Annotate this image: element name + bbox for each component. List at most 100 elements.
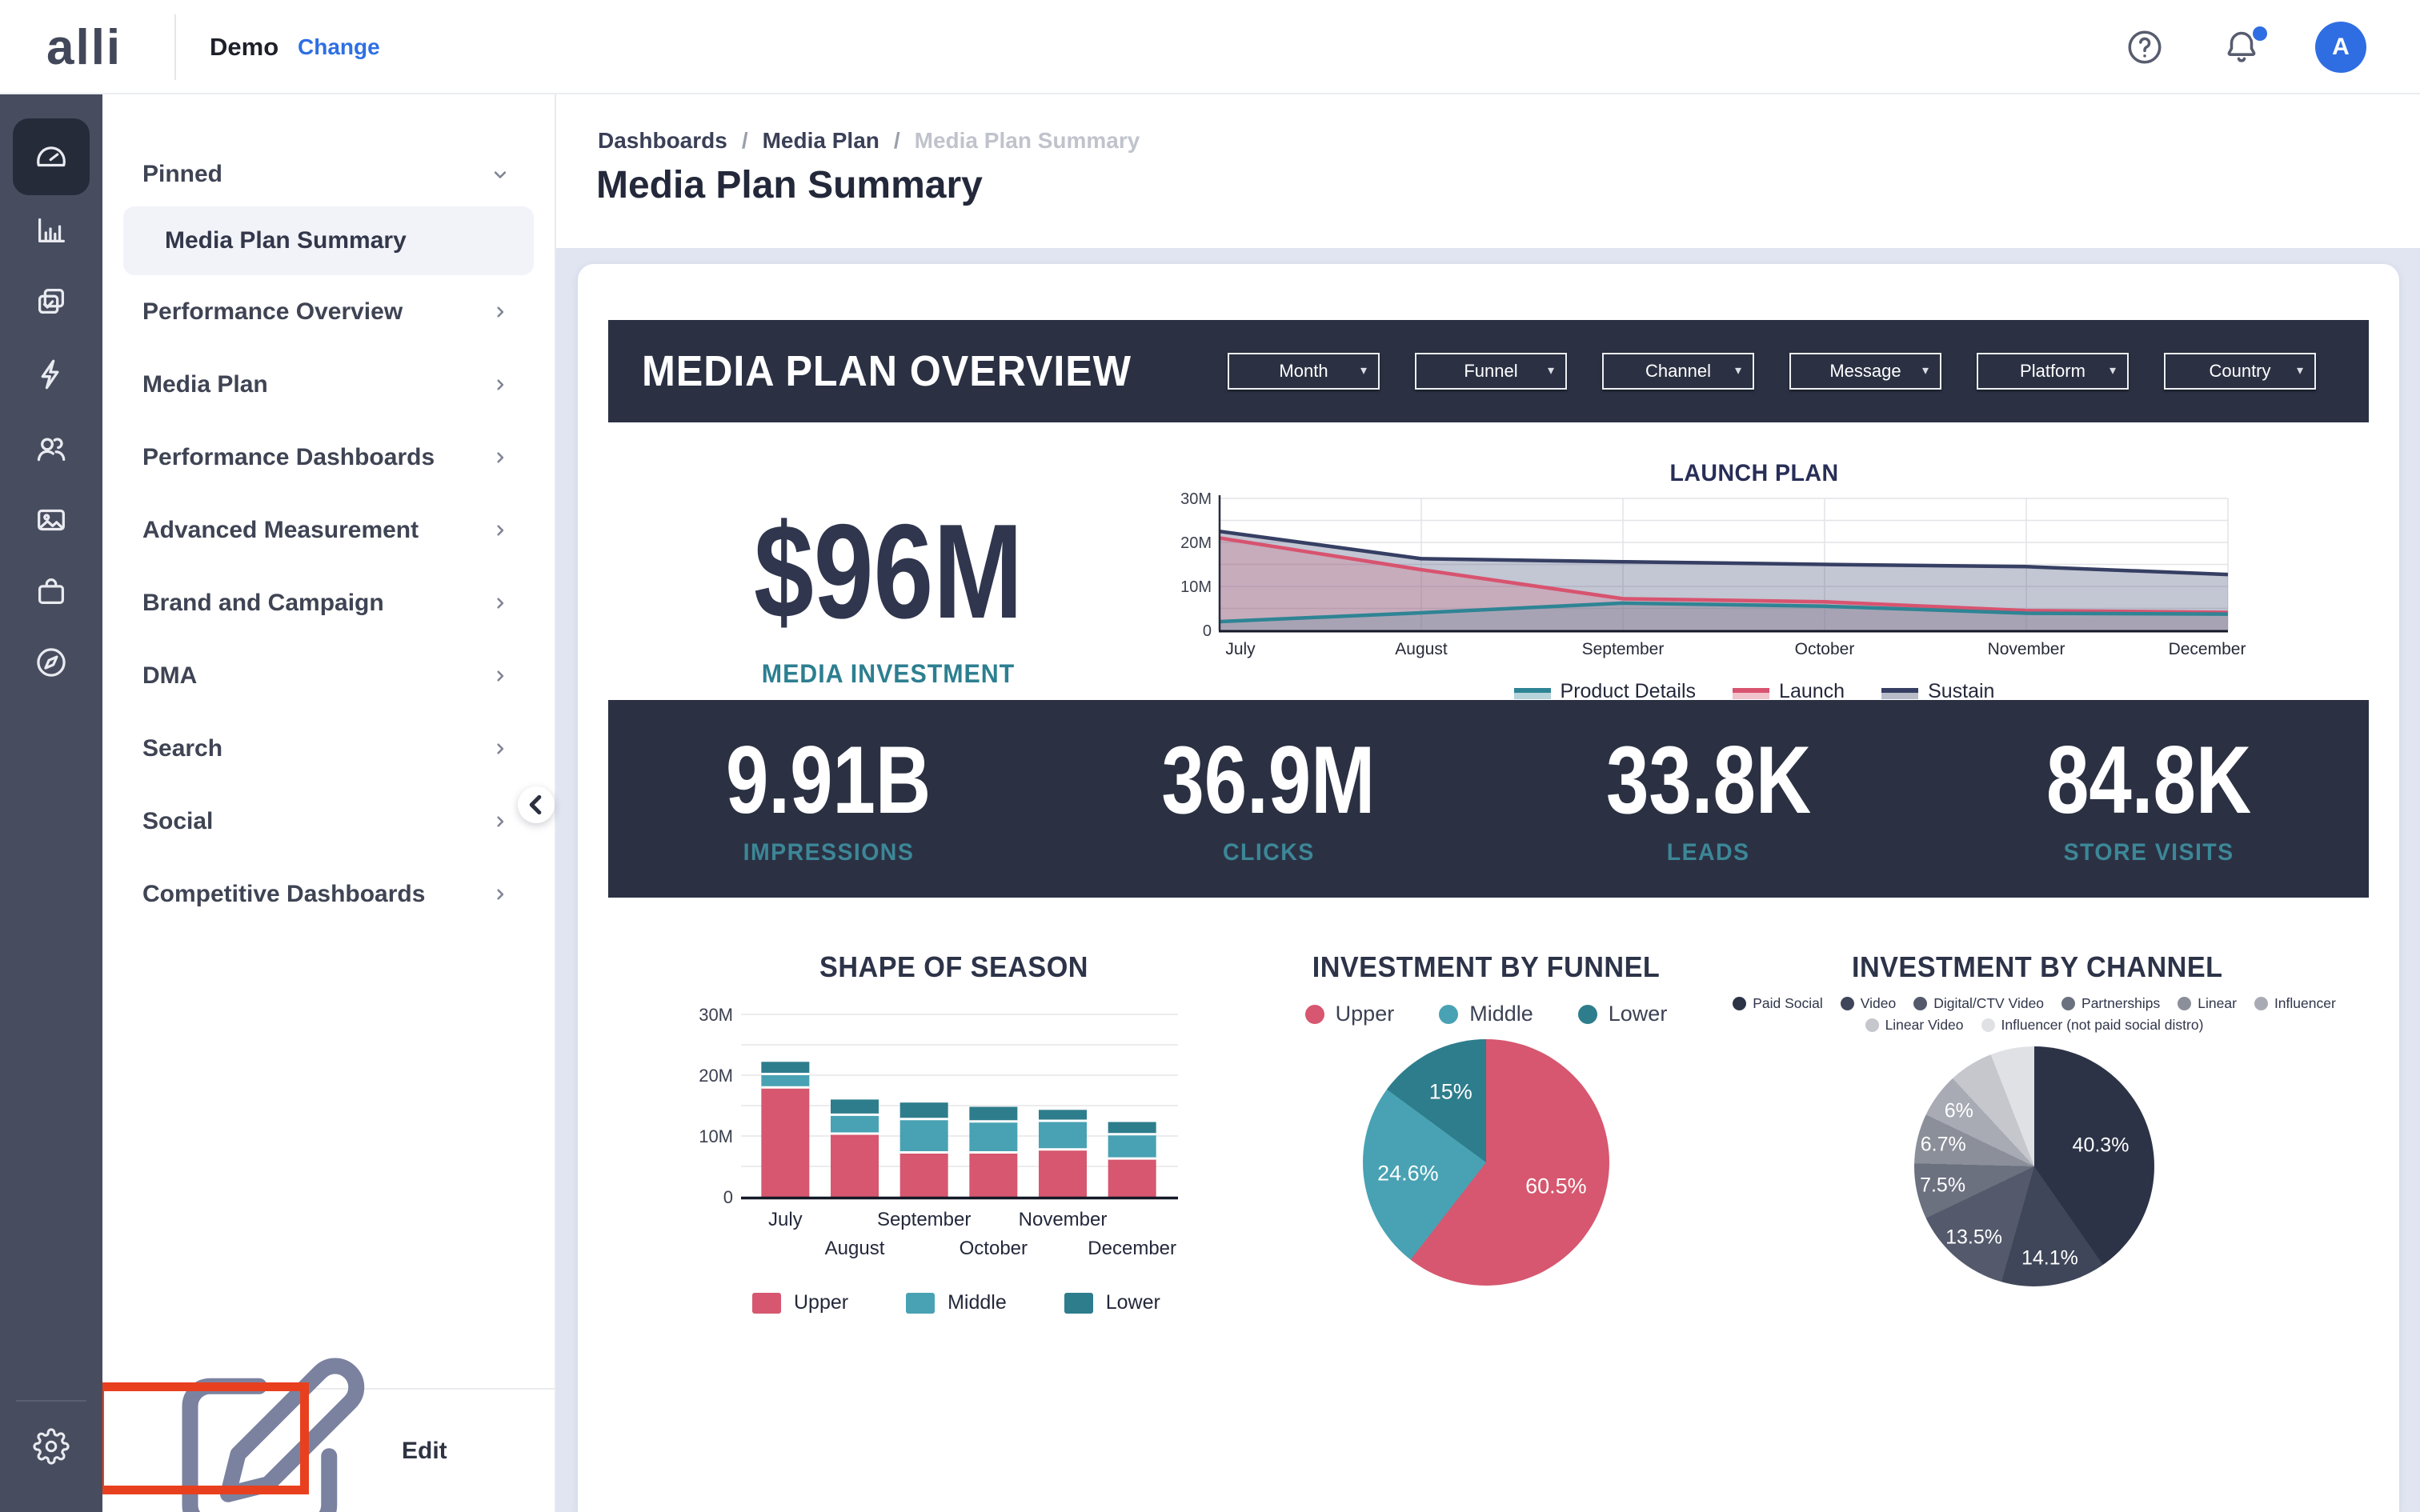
filter-funnel[interactable]: Funnel▾ <box>1415 353 1567 390</box>
legend-dot <box>1865 1018 1879 1032</box>
svg-text:20M: 20M <box>699 1066 733 1086</box>
filter-message[interactable]: Message ▾ <box>1789 353 1941 390</box>
filter-country[interactable]: Country▾ <box>2164 353 2316 390</box>
svg-text:December: December <box>2169 640 2246 658</box>
legend-item-digital-ctv-video: Digital/CTV Video <box>1913 995 2044 1012</box>
media-investment-value: $96M <box>754 504 1023 638</box>
main-content: Dashboards/Media Plan/Media Plan Summary… <box>556 94 2420 1512</box>
sidebar-item-social[interactable]: Social <box>102 785 555 858</box>
breadcrumb-dashboards[interactable]: Dashboards <box>598 128 727 154</box>
sidebar-item-label: Advanced Measurement <box>142 517 419 544</box>
legend-label: Partnerships <box>2081 995 2160 1012</box>
shape-of-season-plot: JulyAugustSeptemberOctoberNovemberDecemb… <box>682 995 1226 1283</box>
sidebar-item-performance-dashboards[interactable]: Performance Dashboards <box>102 421 555 494</box>
rail-item-bar-chart[interactable] <box>13 191 90 268</box>
legend-dot <box>2254 997 2268 1010</box>
filter-platform[interactable]: Platform▾ <box>1977 353 2129 390</box>
legend-swatch <box>1064 1293 1093 1314</box>
legend-item-paid-social: Paid Social <box>1733 995 1823 1012</box>
kpi-label: CLICKS <box>1223 839 1315 866</box>
edit-button[interactable]: Edit <box>102 1388 555 1512</box>
caret-down-icon: ▾ <box>1360 362 1367 378</box>
legend-swatch <box>752 1293 781 1314</box>
legend-dot <box>1981 1018 1995 1032</box>
legend-dot <box>1841 997 1854 1010</box>
rail-item-clipboard-check[interactable] <box>13 263 90 340</box>
rail-item-shopping-bag[interactable] <box>13 554 90 630</box>
legend-item-partnerships: Partnerships <box>2061 995 2160 1012</box>
legend-item-influencer: Influencer <box>2254 995 2336 1012</box>
legend-label: Influencer <box>2274 995 2336 1012</box>
legend-label: Linear <box>2198 995 2237 1012</box>
dashboard-panel: MEDIA PLAN OVERVIEW Month▾Funnel▾Channel… <box>556 248 2420 1512</box>
rail-item-dashboard[interactable] <box>13 118 90 195</box>
app-logo: alli <box>46 19 122 76</box>
legend-swatch <box>906 1293 935 1314</box>
chevron-right-icon <box>489 738 511 760</box>
chevron-right-icon <box>489 519 511 542</box>
legend-label: Lower <box>1106 1291 1160 1314</box>
pie-label-linear: 6.7% <box>1921 1133 1966 1156</box>
sidebar-item-label: Performance Overview <box>142 298 403 326</box>
legend-item-middle: Middle <box>1439 1002 1533 1026</box>
legend-swatch <box>1881 685 1918 699</box>
sidebar-active-label: Media Plan Summary <box>165 227 407 254</box>
legend-label: Digital/CTV Video <box>1933 995 2044 1012</box>
sidebar-item-search[interactable]: Search <box>102 712 555 785</box>
help-icon[interactable] <box>2125 27 2165 67</box>
bar-chart-icon <box>33 211 70 248</box>
sidebar-item-media-plan-summary[interactable]: Media Plan Summary <box>123 206 534 275</box>
rail-item-lightning[interactable] <box>13 336 90 413</box>
rail-item-image[interactable] <box>13 482 90 558</box>
sidebar-item-media-plan[interactable]: Media Plan <box>102 348 555 421</box>
sidebar-item-performance-overview[interactable]: Performance Overview <box>102 275 555 348</box>
channel-legend-row: Linear VideoInfluencer (not paid social … <box>1865 1017 2204 1034</box>
kpi-clicks: 36.9MCLICKS <box>1048 700 1488 898</box>
shopping-bag-icon <box>33 574 70 610</box>
sidebar-item-label: DMA <box>142 662 197 690</box>
image-icon <box>33 502 70 538</box>
rail-item-settings[interactable] <box>13 1408 90 1485</box>
legend-item-lower: Lower <box>1578 1002 1668 1026</box>
legend-dot <box>1305 1005 1324 1024</box>
sidebar-item-brand-and-campaign[interactable]: Brand and Campaign <box>102 566 555 639</box>
filter-channel[interactable]: Channel▾ <box>1602 353 1754 390</box>
sidebar-item-advanced-measurement[interactable]: Advanced Measurement <box>102 494 555 566</box>
pie-label-lower: 15% <box>1429 1079 1472 1104</box>
pie-label-partnerships: 7.5% <box>1920 1174 1965 1198</box>
chevron-right-icon <box>489 810 511 833</box>
sidebar-item-competitive-dashboards[interactable]: Competitive Dashboards <box>102 858 555 930</box>
caret-down-icon: ▾ <box>1922 362 1929 378</box>
investment-by-funnel-chart: INVESTMENT BY FUNNEL UpperMiddleLower 60… <box>1298 950 1674 1286</box>
media-investment-label: MEDIA INVESTMENT <box>623 659 1155 689</box>
legend-dot <box>1733 997 1746 1010</box>
filter-label: Channel <box>1645 361 1711 382</box>
breadcrumb-media-plan[interactable]: Media Plan <box>763 128 879 154</box>
filter-label: Month <box>1279 361 1328 382</box>
sidebar-item-label: Search <box>142 735 222 762</box>
rail-item-users[interactable] <box>13 410 90 486</box>
avatar[interactable]: A <box>2315 22 2366 73</box>
breadcrumb-separator: / <box>894 128 900 154</box>
rail-item-compass[interactable] <box>13 624 90 701</box>
sidebar-section-pinned[interactable]: Pinned <box>102 94 555 198</box>
pie-label-video: 14.1% <box>2021 1247 2078 1270</box>
legend-label: Upper <box>794 1291 848 1314</box>
breadcrumb-separator: / <box>742 128 748 154</box>
kpi-leads: 33.8KLEADS <box>1488 700 1929 898</box>
filter-label: Message <box>1829 361 1901 382</box>
kpi-label: STORE VISITS <box>2064 839 2234 866</box>
sidebar-item-label: Media Plan <box>142 371 268 398</box>
kpi-label: LEADS <box>1667 839 1750 866</box>
kpi-value: 84.8K <box>2046 732 2251 828</box>
pie-label-digital-ctv-video: 13.5% <box>1945 1226 2002 1250</box>
lightning-icon <box>33 356 70 393</box>
change-workspace-link[interactable]: Change <box>298 34 380 60</box>
pie-label-upper: 60.5% <box>1525 1174 1587 1198</box>
workspace-name: Demo <box>210 33 278 62</box>
sidebar-collapse-button[interactable] <box>518 786 555 823</box>
legend-label: Influencer (not paid social distro) <box>2001 1017 2204 1034</box>
kpi-stats-band: 9.91BIMPRESSIONS36.9MCLICKS33.8KLEADS84.… <box>608 700 2369 898</box>
filter-month[interactable]: Month ▾ <box>1228 353 1380 390</box>
sidebar-item-dma[interactable]: DMA <box>102 639 555 712</box>
